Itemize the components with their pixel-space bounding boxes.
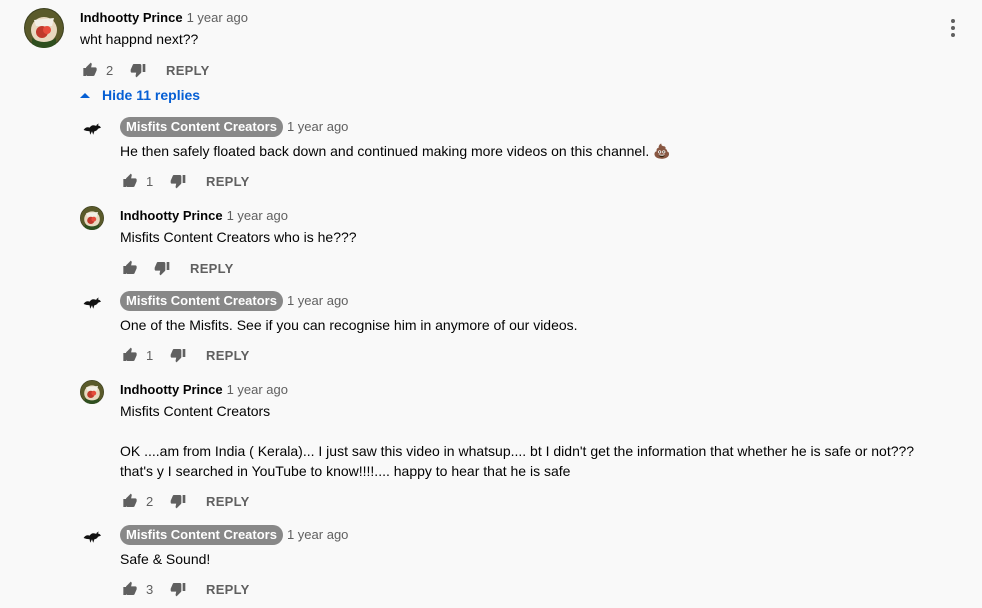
like-count: 1: [146, 173, 154, 189]
comment-header: Misfits Content Creators 1 year ago: [120, 117, 348, 137]
thumb-down-icon[interactable]: [168, 491, 188, 511]
comment-text-body: He then safely floated back down and con…: [120, 143, 650, 159]
comment-actions: 1 REPLY: [120, 343, 250, 367]
comment-actions: 3 REPLY: [120, 577, 250, 601]
like-count: 2: [146, 493, 154, 509]
comment-header: Indhootty Prince 1 year ago: [120, 381, 288, 399]
comment-header: Indhootty Prince 1 year ago: [120, 207, 288, 225]
caret-up-icon: [78, 88, 92, 102]
comment-timestamp[interactable]: 1 year ago: [287, 119, 348, 134]
comment-timestamp[interactable]: 1 year ago: [187, 10, 248, 25]
reply-button[interactable]: REPLY: [190, 261, 234, 276]
author-name[interactable]: Indhootty Prince: [120, 382, 223, 397]
three-dot-menu-icon[interactable]: [944, 16, 962, 40]
comment-timestamp[interactable]: 1 year ago: [287, 293, 348, 308]
hide-replies-button[interactable]: Hide 11 replies: [78, 87, 200, 103]
hide-replies-label: Hide 11 replies: [102, 87, 201, 103]
author-badge[interactable]: Misfits Content Creators: [120, 117, 283, 137]
author-badge[interactable]: Misfits Content Creators: [120, 525, 283, 545]
avatar[interactable]: [80, 118, 104, 142]
thumb-down-icon[interactable]: [152, 258, 172, 278]
avatar[interactable]: [80, 292, 104, 316]
comment-actions: 2 REPLY: [120, 489, 250, 513]
thumb-up-icon[interactable]: [120, 345, 140, 365]
comment-text: Misfits Content Creators OK ....am from …: [120, 403, 915, 479]
comment-text: Safe & Sound!: [120, 551, 211, 567]
comment-text: He then safely floated back down and con…: [120, 141, 940, 161]
thumb-up-icon[interactable]: [120, 491, 140, 511]
reply-button[interactable]: REPLY: [206, 174, 250, 189]
like-count: 1: [146, 347, 154, 363]
comment-header: Misfits Content Creators 1 year ago: [120, 291, 348, 311]
comment-header: Indhootty Prince 1 year ago: [80, 9, 248, 27]
author-name[interactable]: Indhootty Prince: [80, 10, 183, 25]
reply-button[interactable]: REPLY: [206, 582, 250, 597]
reply-button[interactable]: REPLY: [166, 63, 210, 78]
poop-emoji-icon: 💩: [653, 143, 671, 159]
comment-timestamp[interactable]: 1 year ago: [227, 382, 288, 397]
reply-button[interactable]: REPLY: [206, 348, 250, 363]
author-badge[interactable]: Misfits Content Creators: [120, 291, 283, 311]
thumb-up-icon[interactable]: [120, 258, 140, 278]
comment-actions: REPLY: [120, 256, 234, 280]
thumb-down-icon[interactable]: [168, 579, 188, 599]
comment-actions: 2 REPLY: [80, 58, 210, 82]
avatar[interactable]: [80, 380, 104, 404]
reply-button[interactable]: REPLY: [206, 494, 250, 509]
thumb-up-icon[interactable]: [120, 171, 140, 191]
thumb-up-icon[interactable]: [120, 579, 140, 599]
comment-header: Misfits Content Creators 1 year ago: [120, 525, 348, 545]
comment-text: wht happnd next??: [80, 31, 199, 47]
author-name[interactable]: Indhootty Prince: [120, 208, 223, 223]
thumb-down-icon[interactable]: [168, 345, 188, 365]
thumb-down-icon[interactable]: [168, 171, 188, 191]
thumb-down-icon[interactable]: [128, 60, 148, 80]
avatar[interactable]: [80, 526, 104, 550]
avatar[interactable]: [24, 8, 64, 48]
comment-text: Misfits Content Creators who is he???: [120, 229, 357, 245]
like-count: 3: [146, 581, 154, 597]
comment-timestamp[interactable]: 1 year ago: [287, 527, 348, 542]
thumb-up-icon[interactable]: [80, 60, 100, 80]
comment-text: One of the Misfits. See if you can recog…: [120, 317, 578, 333]
avatar[interactable]: [80, 206, 104, 230]
comment-timestamp[interactable]: 1 year ago: [227, 208, 288, 223]
comment-actions: 1 REPLY: [120, 169, 250, 193]
like-count: 2: [106, 62, 114, 78]
